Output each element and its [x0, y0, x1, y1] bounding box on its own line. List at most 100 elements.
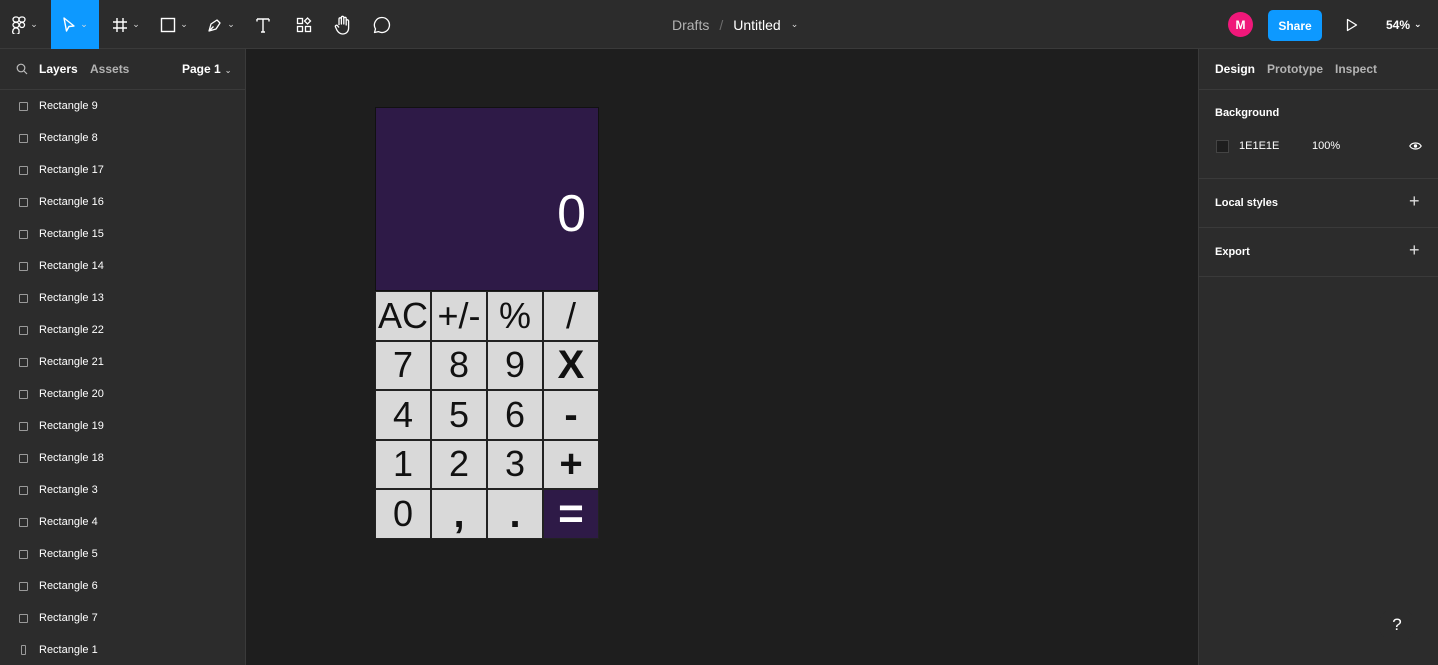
tab-prototype[interactable]: Prototype	[1267, 62, 1323, 76]
tab-inspect[interactable]: Inspect	[1335, 62, 1377, 76]
layer-label: Rectangle 4	[39, 516, 98, 528]
background-color-swatch[interactable]	[1216, 140, 1229, 153]
canvas[interactable]: 0 AC +/- % / 7 8 9 X 4 5 6 - 1 2 3 + 0 ,…	[246, 49, 1198, 665]
key-comma[interactable]: ,	[431, 489, 487, 539]
layer-label: Rectangle 3	[39, 484, 98, 496]
file-name[interactable]: Untitled	[733, 17, 780, 33]
key-8[interactable]: 8	[431, 340, 487, 390]
background-title: Background	[1215, 107, 1280, 119]
frame-tool-button[interactable]: ⌄	[106, 0, 146, 49]
calculator-display[interactable]: 0	[375, 107, 599, 291]
layer-item[interactable]: Rectangle 5	[0, 538, 245, 570]
layer-item[interactable]: Rectangle 4	[0, 506, 245, 538]
key-2[interactable]: 2	[431, 439, 487, 489]
layer-item[interactable]: Rectangle 14	[0, 250, 245, 282]
tab-layers[interactable]: Layers	[39, 62, 78, 76]
rectangle-layer-icon	[19, 133, 28, 143]
key-9[interactable]: 9	[487, 340, 543, 390]
eye-icon[interactable]	[1409, 141, 1422, 154]
rectangle-icon	[161, 17, 176, 32]
layer-item[interactable]: Rectangle 21	[0, 346, 245, 378]
search-icon[interactable]	[16, 63, 28, 78]
hand-tool-button[interactable]	[330, 0, 356, 49]
key-equals[interactable]: =	[543, 489, 599, 539]
avatar[interactable]: M	[1228, 12, 1253, 37]
layers-list: Rectangle 9 Rectangle 8 Rectangle 17 Rec…	[0, 90, 245, 665]
background-opacity-input[interactable]: 100%	[1312, 140, 1340, 152]
figma-logo-icon	[12, 15, 26, 34]
layer-item[interactable]: Rectangle 9	[0, 90, 245, 122]
key-subtract[interactable]: -	[543, 390, 599, 440]
tab-design[interactable]: Design	[1215, 62, 1255, 76]
layer-label: Rectangle 20	[39, 388, 104, 400]
move-cursor-icon	[63, 16, 75, 32]
background-hex-input[interactable]: 1E1E1E	[1239, 140, 1279, 152]
chevron-down-icon[interactable]: ⌄	[791, 19, 799, 30]
rectangle-layer-icon	[19, 549, 28, 559]
plus-icon[interactable]: +	[1409, 240, 1420, 261]
layer-item[interactable]: Rectangle 7	[0, 602, 245, 634]
rectangle-layer-icon	[19, 197, 28, 207]
share-button[interactable]: Share	[1268, 10, 1322, 41]
resources-icon	[296, 16, 312, 32]
layer-item[interactable]: Rectangle 16	[0, 186, 245, 218]
key-divide[interactable]: /	[543, 291, 599, 341]
local-styles-section: Local styles +	[1199, 179, 1438, 228]
export-title: Export	[1215, 246, 1250, 258]
key-multiply[interactable]: X	[543, 340, 599, 390]
layer-label: Rectangle 13	[39, 292, 104, 304]
properties-tabs: Design Prototype Inspect	[1199, 49, 1438, 90]
tab-assets[interactable]: Assets	[90, 62, 129, 76]
pen-icon	[208, 18, 221, 32]
shape-tool-button[interactable]: ⌄	[154, 0, 194, 49]
present-button[interactable]	[1340, 12, 1364, 37]
rectangle-layer-icon	[19, 325, 28, 335]
page-selector[interactable]: Page 1 ⌄	[182, 62, 231, 76]
layer-item[interactable]: Rectangle 3	[0, 474, 245, 506]
layer-item[interactable]: Rectangle 18	[0, 442, 245, 474]
rectangle-layer-icon	[19, 517, 28, 527]
layer-label: Rectangle 14	[39, 260, 104, 272]
zoom-level: 54%	[1386, 17, 1411, 32]
layer-item[interactable]: Rectangle 19	[0, 410, 245, 442]
key-3[interactable]: 3	[487, 439, 543, 489]
plus-icon[interactable]: +	[1409, 191, 1420, 212]
key-7[interactable]: 7	[375, 340, 431, 390]
key-ac[interactable]: AC	[375, 291, 431, 341]
key-percent[interactable]: %	[487, 291, 543, 341]
layer-label: Rectangle 7	[39, 612, 98, 624]
layer-item[interactable]: Rectangle 20	[0, 378, 245, 410]
key-0[interactable]: 0	[375, 489, 431, 539]
calculator-frame[interactable]: 0 AC +/- % / 7 8 9 X 4 5 6 - 1 2 3 + 0 ,…	[375, 107, 599, 539]
layer-item[interactable]: Rectangle 13	[0, 282, 245, 314]
layer-item[interactable]: Rectangle 1	[0, 634, 245, 665]
move-tool-button[interactable]: ⌄	[51, 0, 99, 49]
comment-bubble-icon	[373, 16, 391, 33]
main-menu-button[interactable]: ⌄	[0, 0, 50, 49]
rectangle-layer-icon	[19, 229, 28, 239]
layer-label: Rectangle 18	[39, 452, 104, 464]
layer-item[interactable]: Rectangle 22	[0, 314, 245, 346]
key-decimal[interactable]: .	[487, 489, 543, 539]
comment-tool-button[interactable]	[369, 0, 395, 49]
pen-tool-button[interactable]: ⌄	[201, 0, 241, 49]
help-button[interactable]: ?	[1379, 607, 1415, 643]
key-4[interactable]: 4	[375, 390, 431, 440]
key-5[interactable]: 5	[431, 390, 487, 440]
zoom-dropdown[interactable]: 54% ⌄	[1386, 0, 1422, 49]
key-6[interactable]: 6	[487, 390, 543, 440]
key-1[interactable]: 1	[375, 439, 431, 489]
layer-item[interactable]: Rectangle 17	[0, 154, 245, 186]
layers-panel: Layers Assets Page 1 ⌄ Rectangle 9 Rectan…	[0, 49, 246, 665]
toolbar: ⌄ ⌄ ⌄ ⌄ ⌄ Drafts / Untitled ⌄ M Share 54…	[0, 0, 1438, 49]
resources-button[interactable]	[290, 0, 318, 49]
layer-item[interactable]: Rectangle 8	[0, 122, 245, 154]
layer-item[interactable]: Rectangle 15	[0, 218, 245, 250]
rectangle-layer-icon	[19, 261, 28, 271]
text-tool-button[interactable]	[250, 0, 276, 49]
layer-item[interactable]: Rectangle 6	[0, 570, 245, 602]
key-add[interactable]: +	[543, 439, 599, 489]
chevron-down-icon: ⌄	[1414, 19, 1422, 29]
breadcrumb-drafts[interactable]: Drafts	[672, 17, 709, 33]
key-plus-minus[interactable]: +/-	[431, 291, 487, 341]
